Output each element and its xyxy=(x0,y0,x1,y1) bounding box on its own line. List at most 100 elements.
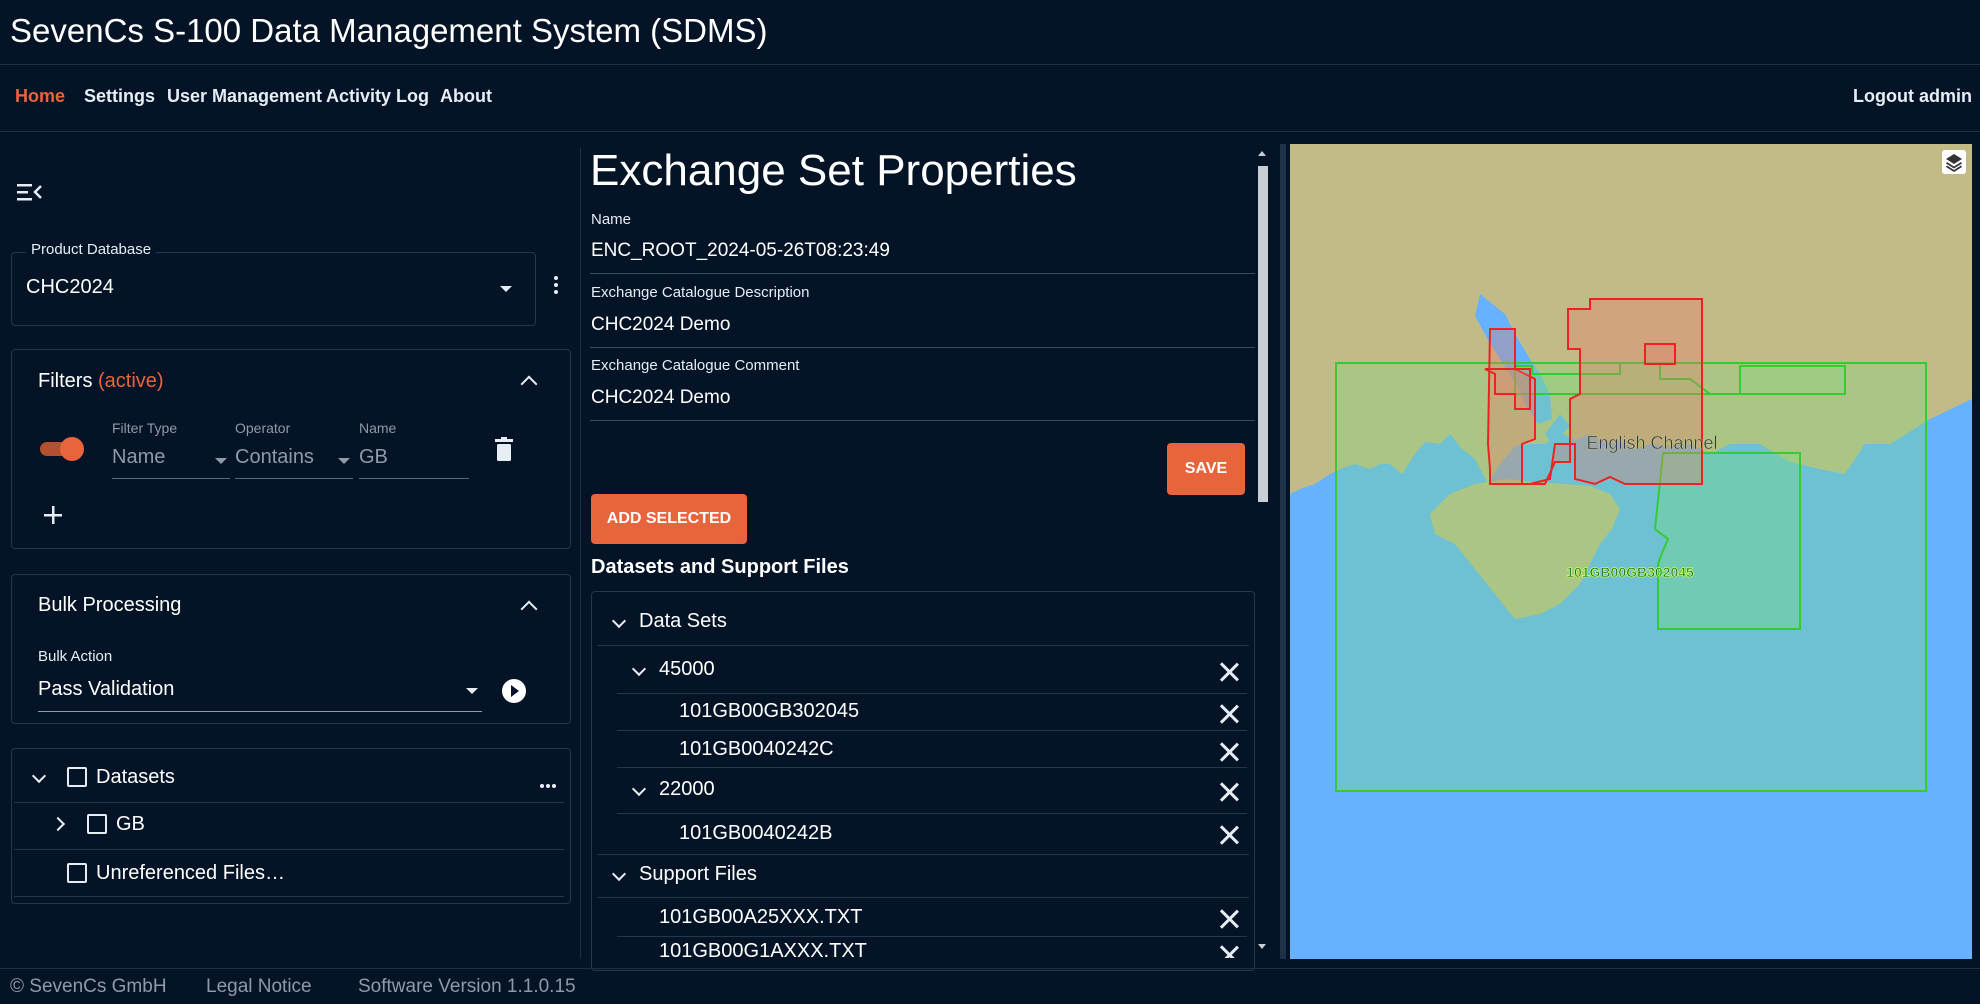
unreferenced-checkbox[interactable] xyxy=(67,863,87,883)
remove-group-45000-icon[interactable] xyxy=(1219,661,1239,681)
chevron-down-icon xyxy=(500,286,512,292)
support-files-label: Support Files xyxy=(639,863,757,885)
footer-divider xyxy=(0,968,1980,969)
dataset-item: 101GB0040242B xyxy=(679,822,833,844)
name-label: Name xyxy=(591,211,632,228)
support-file-item: 101GB00A25XXX.TXT xyxy=(659,906,863,928)
remove-dataset-icon[interactable] xyxy=(1219,741,1239,761)
filter-name-underline xyxy=(359,478,469,479)
data-sets-label: Data Sets xyxy=(639,610,727,632)
bulk-action-underline xyxy=(38,711,482,712)
scroll-up-icon[interactable] xyxy=(1258,151,1266,156)
gb-label: GB xyxy=(116,813,145,835)
copyright: © SevenCs GmbH xyxy=(10,976,167,997)
filters-status: (active) xyxy=(98,370,164,392)
gb-checkbox[interactable] xyxy=(87,814,107,834)
collapse-sidebar-icon[interactable] xyxy=(17,181,43,203)
filter-type-underline xyxy=(112,478,230,479)
tree-divider xyxy=(617,767,1247,768)
tree-divider xyxy=(617,936,1247,937)
app-title: SevenCs S-100 Data Management System (SD… xyxy=(10,12,768,49)
remove-group-22000-icon[interactable] xyxy=(1219,781,1239,801)
map-divider xyxy=(1280,144,1286,959)
bulk-action-label: Bulk Action xyxy=(38,648,113,665)
map-view[interactable]: English Channel 101GB00GB302045 xyxy=(1290,144,1972,959)
legal-notice-link[interactable]: Legal Notice xyxy=(206,976,312,998)
nav-home[interactable]: Home xyxy=(15,86,65,107)
nav-activity-log[interactable]: Activity Log xyxy=(326,86,429,107)
catalogue-comment-field[interactable]: CHC2024 Demo xyxy=(591,387,730,409)
nav-user-management[interactable]: User Management xyxy=(167,86,322,107)
name-field[interactable]: ENC_ROOT_2024-05-26T08:23:49 xyxy=(591,240,890,262)
tree-divider xyxy=(597,645,1249,646)
layers-icon[interactable] xyxy=(1942,150,1966,174)
tree-divider xyxy=(597,854,1249,855)
scrollbar-thumb[interactable] xyxy=(1258,166,1268,502)
tree-divider xyxy=(617,813,1247,814)
remove-support-file-icon[interactable] xyxy=(1219,944,1239,958)
operator-value[interactable]: Contains xyxy=(235,446,314,469)
add-filter-icon[interactable] xyxy=(44,506,62,524)
map-canvas: English Channel 101GB00GB302045 xyxy=(1290,144,1972,792)
operator-label: Operator xyxy=(235,420,291,436)
more-vert-icon[interactable] xyxy=(554,276,558,297)
tree-divider xyxy=(14,849,564,850)
chevron-down-icon xyxy=(466,688,478,694)
remove-support-file-icon[interactable] xyxy=(1219,908,1239,928)
operator-underline xyxy=(235,478,353,479)
dataset-item: 101GB00GB302045 xyxy=(679,700,860,722)
datasets-support-files-heading: Datasets and Support Files xyxy=(591,556,849,578)
filter-name-label: Name xyxy=(359,420,397,436)
tree-divider xyxy=(617,730,1247,731)
group-45000-label: 45000 xyxy=(659,658,715,680)
delete-icon[interactable] xyxy=(495,437,513,461)
scroll-down-icon[interactable] xyxy=(1258,944,1266,949)
filter-enabled-toggle[interactable] xyxy=(40,437,84,461)
dataset-item: 101GB0040242C xyxy=(679,738,834,760)
datasets-label: Datasets xyxy=(96,766,175,788)
catalogue-description-label: Exchange Catalogue Description xyxy=(591,284,810,301)
remove-dataset-icon[interactable] xyxy=(1219,824,1239,844)
chevron-down-icon xyxy=(338,458,350,464)
datasets-checkbox[interactable] xyxy=(67,767,87,787)
group-22000-label: 22000 xyxy=(659,778,715,800)
add-selected-button[interactable]: ADD SELECTED xyxy=(591,494,747,544)
logout-link[interactable]: Logout admin xyxy=(1853,86,1972,107)
filter-type-value[interactable]: Name xyxy=(112,446,165,469)
tree-divider xyxy=(597,897,1249,898)
cell-red-inner xyxy=(1644,343,1676,365)
software-version: Software Version 1.1.0.15 xyxy=(358,976,576,997)
tree-divider xyxy=(14,896,564,897)
remove-dataset-icon[interactable] xyxy=(1219,703,1239,723)
name-underline xyxy=(590,273,1255,274)
catalogue-comment-label: Exchange Catalogue Comment xyxy=(591,357,800,374)
filter-name-input[interactable]: GB xyxy=(359,446,388,469)
nav-settings[interactable]: Settings xyxy=(84,86,155,107)
filters-title-text: Filters xyxy=(38,370,93,392)
product-database-value: CHC2024 xyxy=(26,276,114,298)
save-button[interactable]: SAVE xyxy=(1167,443,1245,495)
bulk-processing-title[interactable]: Bulk Processing xyxy=(38,594,181,617)
more-horiz-icon[interactable] xyxy=(540,775,556,788)
filter-type-label: Filter Type xyxy=(112,420,178,436)
run-bulk-action-icon[interactable] xyxy=(501,678,527,704)
product-database-label: Product Database xyxy=(26,241,157,258)
place-label: English Channel xyxy=(1586,433,1717,453)
nav-about[interactable]: About xyxy=(440,86,492,107)
chevron-down-icon xyxy=(215,458,227,464)
nav-divider xyxy=(0,131,1980,132)
header-divider xyxy=(0,64,1980,65)
tree-divider xyxy=(617,693,1247,694)
support-file-item: 101GB00G1AXXX.TXT xyxy=(659,940,867,958)
support-file-clip: 101GB00G1AXXX.TXT xyxy=(597,938,1237,958)
filters-title[interactable]: Filters (active) xyxy=(38,370,164,393)
unreferenced-files-label: Unreferenced Files… xyxy=(96,862,285,884)
exchange-set-title: Exchange Set Properties xyxy=(590,146,1077,195)
tree-divider xyxy=(14,802,564,803)
catalogue-description-field[interactable]: CHC2024 Demo xyxy=(591,314,730,336)
description-underline xyxy=(590,347,1255,348)
column-divider xyxy=(580,148,581,958)
bulk-action-value[interactable]: Pass Validation xyxy=(38,678,174,701)
comment-underline xyxy=(590,420,1255,421)
cell-label: 101GB00GB302045 xyxy=(1566,564,1694,580)
